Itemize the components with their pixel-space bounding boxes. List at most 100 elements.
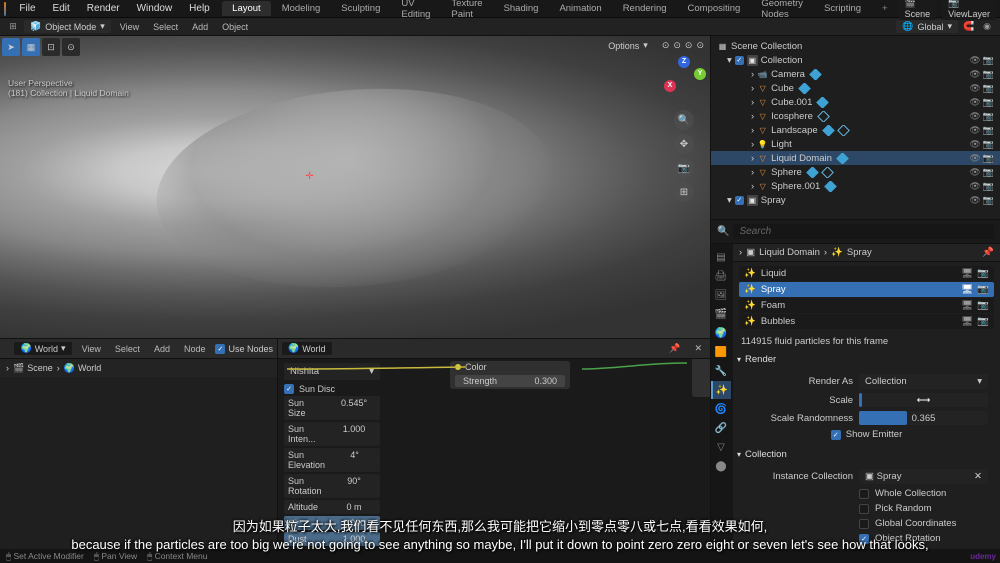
camera-icon[interactable]: 📷: [977, 268, 989, 279]
outliner-scene-collection[interactable]: ▦Scene Collection: [711, 39, 1000, 53]
view-menu[interactable]: View: [115, 21, 144, 33]
ptab-material[interactable]: ⬤: [711, 457, 731, 475]
pin-icon[interactable]: 📌: [665, 343, 684, 354]
shading-wireframe-icon[interactable]: ⊙: [662, 40, 670, 51]
add-menu[interactable]: Add: [187, 21, 213, 33]
psys-liquid[interactable]: ✨Liquid🖥📷: [739, 266, 994, 281]
select-menu[interactable]: Select: [148, 21, 183, 33]
x-axis-icon[interactable]: X: [664, 80, 676, 92]
psys-foam[interactable]: ✨Foam🖥📷: [739, 298, 994, 313]
use-nodes-checkbox[interactable]: ✓Use Nodes: [215, 344, 273, 354]
viewport-options-menu[interactable]: Options▾ ⊙ ⊙ ⊙ ⊙: [608, 40, 704, 51]
ptab-data[interactable]: ▽: [711, 438, 731, 456]
proportional-icon[interactable]: ◉: [980, 20, 994, 34]
display-icon[interactable]: 🖥: [961, 268, 973, 279]
outliner-spray-collection[interactable]: ▾ ✓ ▣Spray👁📷: [711, 193, 1000, 207]
show-emitter-checkbox[interactable]: ✓: [831, 430, 841, 440]
enable-checkbox[interactable]: ✓: [735, 196, 744, 205]
ptab-scene[interactable]: 🎬: [711, 305, 731, 323]
tab-add[interactable]: +: [872, 1, 898, 16]
close-icon[interactable]: ✕: [690, 343, 706, 354]
outliner-cube001[interactable]: › ▽Cube.001👁📷: [711, 95, 1000, 109]
ptab-world[interactable]: 🌍: [711, 324, 731, 342]
orientation-dropdown[interactable]: 🌐 Global ▾: [896, 20, 958, 33]
tab-animation[interactable]: Animation: [549, 1, 611, 16]
tab-layout[interactable]: Layout: [222, 1, 271, 16]
sunint-field[interactable]: 1.000: [328, 422, 380, 446]
outliner-collection[interactable]: ▾ ✓ ▣Collection 👁📷: [711, 53, 1000, 67]
camera-icon[interactable]: 📷: [977, 284, 989, 295]
outliner-cube[interactable]: › ▽Cube👁📷: [711, 81, 1000, 95]
menu-help[interactable]: Help: [181, 1, 218, 16]
zoom-icon[interactable]: 🔍: [674, 110, 694, 130]
menu-edit[interactable]: Edit: [45, 1, 78, 16]
display-icon[interactable]: 🖥: [961, 284, 973, 295]
y-axis-icon[interactable]: Y: [694, 68, 706, 80]
outliner[interactable]: ▦Scene Collection ▾ ✓ ▣Collection 👁📷 › 📹…: [711, 36, 1000, 220]
bc-world[interactable]: 🌍 World: [64, 363, 102, 374]
menu-render[interactable]: Render: [79, 1, 128, 16]
outliner-camera[interactable]: › 📹Camera👁📷: [711, 67, 1000, 81]
ptab-object[interactable]: 🟧: [711, 343, 731, 361]
sundisc-checkbox[interactable]: ✓: [284, 384, 294, 394]
sunelev-field[interactable]: 4°: [329, 448, 380, 472]
tab-geonodes[interactable]: Geometry Nodes: [751, 0, 813, 22]
world-type-dropdown[interactable]: 🌍 World ▾: [14, 342, 71, 355]
color-socket-icon[interactable]: [455, 364, 461, 370]
bc-object[interactable]: Liquid Domain: [759, 247, 820, 258]
sunrot-field[interactable]: 90°: [328, 474, 380, 498]
outliner-sphere[interactable]: › ▽Sphere👁📷: [711, 165, 1000, 179]
ptab-view[interactable]: 🖼: [711, 286, 731, 304]
camera-icon[interactable]: 📷: [977, 316, 989, 327]
outliner-sphere001[interactable]: › ▽Sphere.001👁📷: [711, 179, 1000, 193]
menu-file[interactable]: File: [11, 1, 43, 16]
display-icon[interactable]: 🖥: [961, 300, 973, 311]
select-menu-2[interactable]: Select: [111, 344, 144, 354]
world-dd-2[interactable]: 🌍 World: [282, 342, 332, 355]
tool-icon[interactable]: ⊡: [42, 38, 60, 56]
psys-spray[interactable]: ✨Spray🖥📷: [739, 282, 994, 297]
shading-material-icon[interactable]: ⊙: [685, 40, 693, 51]
tab-compositing[interactable]: Compositing: [678, 1, 751, 16]
bc-scene[interactable]: 🎬 Scene: [13, 363, 53, 374]
ptab-particles[interactable]: ✨: [711, 381, 731, 399]
pickrandom-checkbox[interactable]: [859, 504, 869, 514]
enable-checkbox[interactable]: ✓: [735, 56, 744, 65]
camera-icon[interactable]: 📷: [977, 300, 989, 311]
psys-bubbles[interactable]: ✨Bubbles🖥📷: [739, 314, 994, 329]
scene-selector[interactable]: 🎬 Scene: [899, 0, 937, 20]
perspective-toggle-icon[interactable]: ⊞: [674, 182, 694, 202]
sky-type-dropdown[interactable]: Nishita▾: [284, 363, 380, 380]
strength-field[interactable]: Strength0.300: [455, 375, 565, 387]
object-menu[interactable]: Object: [217, 21, 253, 33]
render-section-header[interactable]: ▾Render: [733, 351, 1000, 368]
camera-icon[interactable]: 📷: [674, 158, 694, 178]
background-node[interactable]: Color Strength0.300: [450, 361, 570, 389]
instance-collection-field[interactable]: ▣ Spray✕: [859, 469, 988, 484]
tab-shading[interactable]: Shading: [494, 1, 549, 16]
outliner-liquid-domain[interactable]: › ▽Liquid Domain👁📷: [711, 151, 1000, 165]
tab-modeling[interactable]: Modeling: [272, 1, 331, 16]
pan-icon[interactable]: ✥: [674, 134, 694, 154]
scale-slider[interactable]: ⟷: [859, 393, 988, 407]
sunsize-field[interactable]: 0.545°: [328, 396, 380, 420]
node-menu[interactable]: Node: [180, 344, 210, 354]
ptab-constraints[interactable]: 🔗: [711, 419, 731, 437]
z-axis-icon[interactable]: Z: [678, 56, 690, 68]
outliner-landscape[interactable]: › ▽Landscape👁📷: [711, 123, 1000, 137]
eye-icon[interactable]: 👁: [969, 55, 980, 66]
pin-icon[interactable]: 📌: [982, 247, 994, 258]
shading-solid-icon[interactable]: ⊙: [673, 40, 681, 51]
add-menu-2[interactable]: Add: [150, 344, 174, 354]
scale-randomness-slider[interactable]: 0.365: [859, 411, 988, 425]
shading-rendered-icon[interactable]: ⊙: [696, 40, 704, 51]
altitude-field[interactable]: 0 m: [328, 500, 380, 514]
viewlayer-selector[interactable]: 📷 ViewLayer: [942, 0, 996, 20]
display-icon[interactable]: 🖥: [961, 316, 973, 327]
select-box-icon[interactable]: ▦: [22, 38, 40, 56]
outliner-icosphere[interactable]: › ▽Icosphere👁📷: [711, 109, 1000, 123]
wholecoll-checkbox[interactable]: [859, 489, 869, 499]
snap-icon[interactable]: 🧲: [962, 20, 976, 34]
outliner-light[interactable]: › 💡Light👁📷: [711, 137, 1000, 151]
properties-search[interactable]: Search: [733, 224, 994, 239]
